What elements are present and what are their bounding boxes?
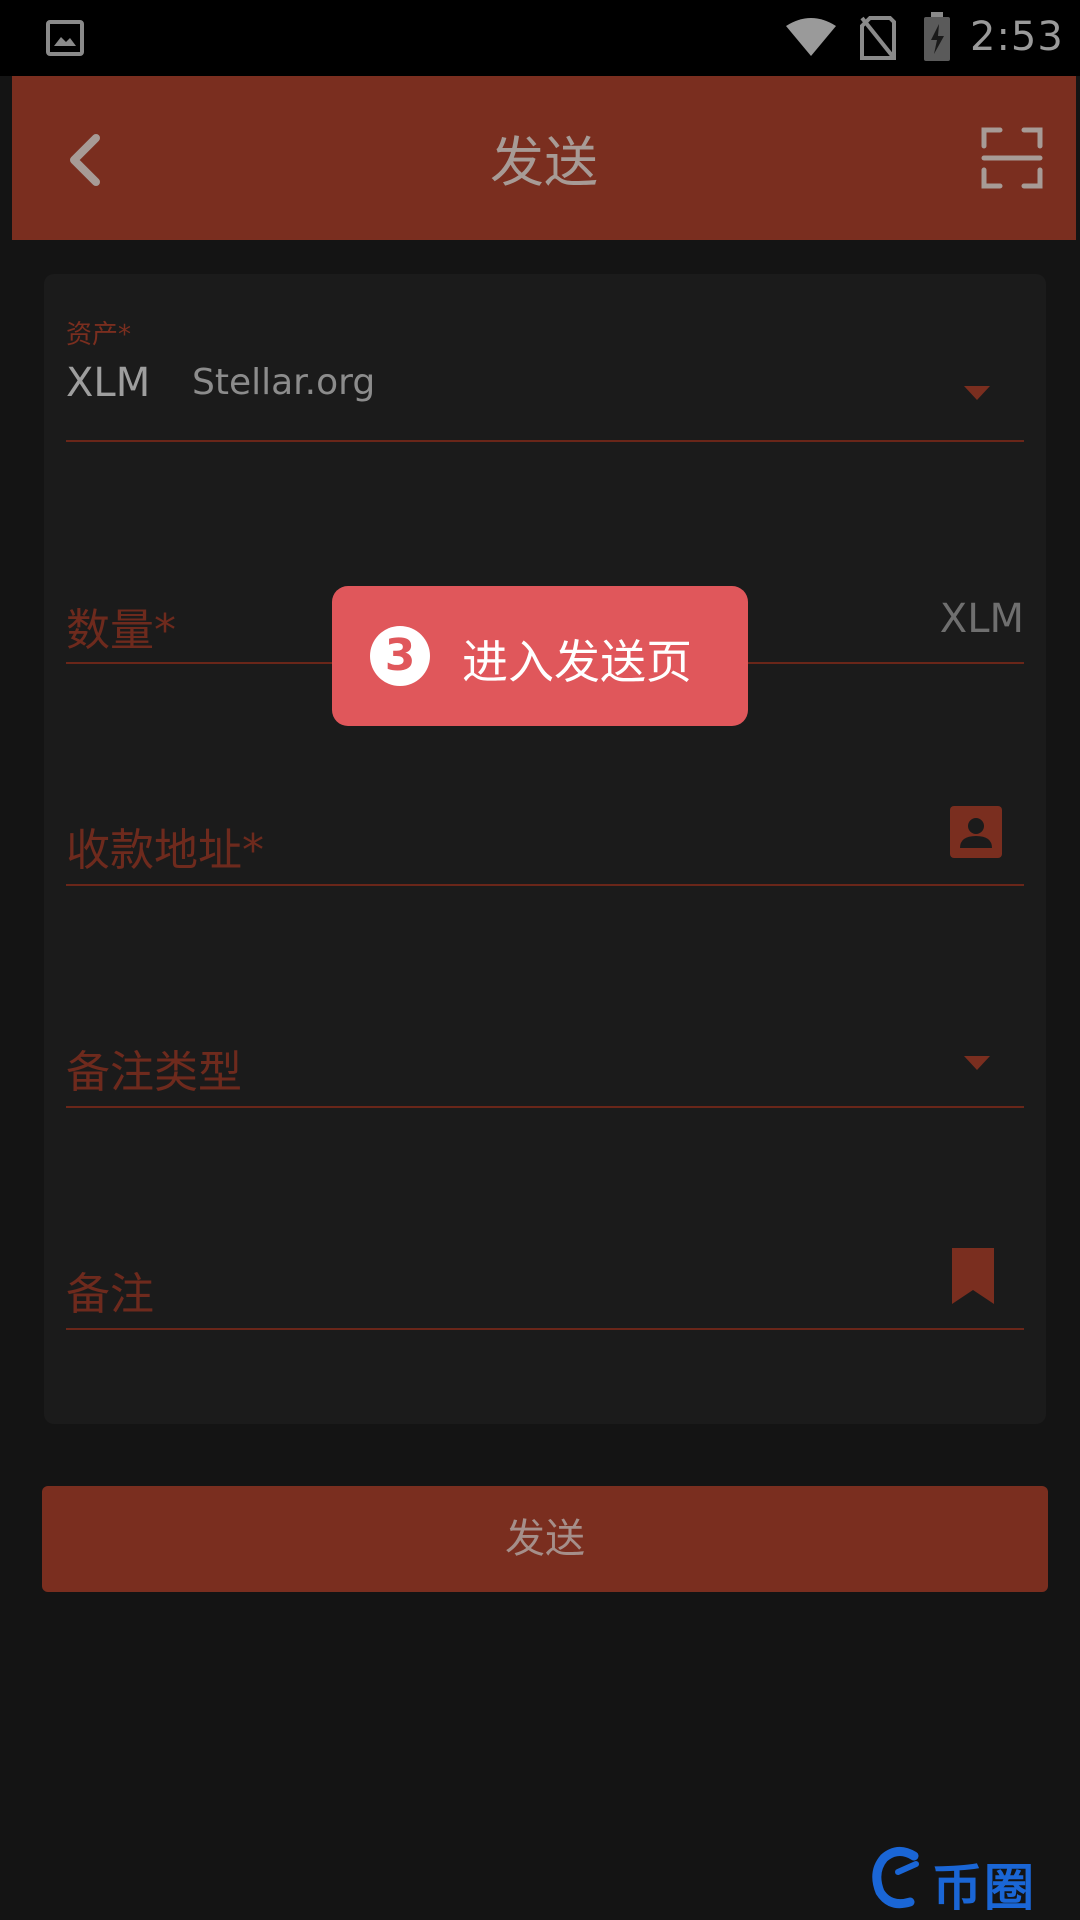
memo-type-select[interactable]: 备注类型 <box>66 1020 1024 1108</box>
memo-input[interactable]: 备注 <box>66 1242 1024 1330</box>
address-placeholder: 收款地址* <box>66 825 264 876</box>
watermark-text: 币圈子 <box>932 1859 1036 1917</box>
wifi-icon <box>786 18 836 62</box>
dropdown-arrow-icon <box>964 1056 990 1070</box>
send-button[interactable]: 发送 <box>42 1486 1048 1592</box>
send-form-card: 资产* XLM Stellar.org 数量* XLM 收款地址* 备注类型 备… <box>44 274 1046 1424</box>
battery-charging-icon <box>922 12 952 66</box>
asset-code: XLM <box>66 360 151 406</box>
app-bar: 发送 <box>12 76 1076 240</box>
address-input[interactable]: 收款地址* <box>66 796 1024 886</box>
step-number-badge: 3 <box>370 626 430 686</box>
asset-label: 资产* <box>66 320 132 350</box>
status-bar: 2:53 <box>0 0 1080 76</box>
asset-issuer: Stellar.org <box>192 362 376 403</box>
gallery-icon <box>46 20 84 56</box>
field-underline <box>66 1328 1024 1330</box>
page-title: 发送 <box>490 131 598 194</box>
contact-icon[interactable] <box>950 806 1002 858</box>
no-sim-icon <box>860 16 896 64</box>
bookmark-icon[interactable] <box>952 1248 994 1304</box>
watermark: 币圈子 <box>868 1842 1078 1917</box>
scan-qr-icon <box>981 127 1043 189</box>
dropdown-arrow-icon <box>964 386 990 400</box>
memo-placeholder: 备注 <box>66 1269 154 1320</box>
asset-select[interactable]: 资产* XLM Stellar.org <box>66 314 1024 442</box>
memo-type-placeholder: 备注类型 <box>66 1047 242 1098</box>
step-text: 进入发送页 <box>462 635 692 689</box>
send-screen: 2:53 发送 资产* XLM Stellar.org 数量* XLM 收款地址… <box>0 0 1080 1920</box>
step-tooltip: 3 进入发送页 <box>332 586 748 726</box>
field-underline <box>66 884 1024 886</box>
status-time: 2:53 <box>970 14 1064 60</box>
watermark-logo-icon <box>872 1847 919 1909</box>
scan-button[interactable] <box>980 126 1044 190</box>
amount-unit: XLM <box>939 596 1024 642</box>
field-underline <box>66 440 1024 442</box>
field-underline <box>66 1106 1024 1108</box>
amount-placeholder: 数量* <box>66 605 176 656</box>
